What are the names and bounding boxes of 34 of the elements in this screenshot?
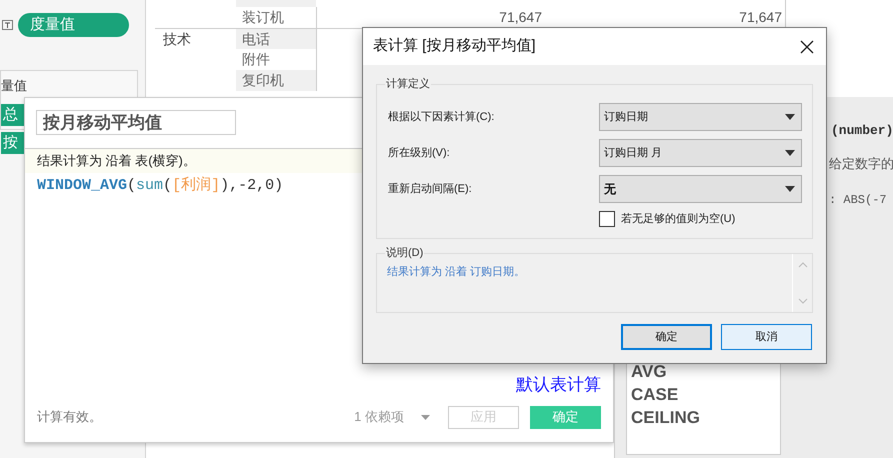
group-title: 说明(D) xyxy=(385,245,424,262)
card-title: 量值 xyxy=(1,77,28,95)
caret-icon xyxy=(421,414,430,420)
dropdown[interactable]: 订购日期 xyxy=(599,103,802,131)
default-table-calc-link[interactable]: 默认表计算 xyxy=(516,372,601,397)
dialog-button[interactable]: 确定 xyxy=(621,324,712,350)
checkbox-label: 若无足够的值则为空(U) xyxy=(621,212,736,227)
caret-icon xyxy=(785,186,795,192)
checkbox[interactable] xyxy=(599,211,615,228)
comment-text: 结果计算为 沿着 表(横穿)。 xyxy=(37,152,196,170)
field-label: 根据以下因素计算(C): xyxy=(387,110,496,125)
close-icon[interactable] xyxy=(800,40,814,54)
table-cell-text: 71,647 xyxy=(738,8,783,27)
text-type-icon xyxy=(2,20,13,30)
table-cell-text: 技术 xyxy=(162,30,192,49)
status-text: 计算有效。 xyxy=(37,408,102,426)
function-example: : ABS(-7 xyxy=(829,192,888,209)
function-description: 给定数字的 xyxy=(829,154,893,172)
function-list-item[interactable]: AVG xyxy=(631,360,780,383)
description-text: 结果计算为 沿着 订购日期。 xyxy=(387,264,526,280)
dropdown[interactable]: 无 xyxy=(599,175,802,203)
function-signature: (number) xyxy=(831,122,893,140)
caret-icon xyxy=(785,114,795,120)
dropdown[interactable]: 订购日期 月 xyxy=(599,139,802,167)
function-list-item[interactable]: CASE xyxy=(631,383,780,406)
table-cell: 电话 xyxy=(236,29,316,49)
field-label: 所在级别(V): xyxy=(387,146,451,161)
formula-text[interactable]: WINDOW_AVG(sum([利润]),-2,0) xyxy=(37,176,284,194)
caret-icon xyxy=(785,150,795,156)
function-list-item[interactable]: CEILING xyxy=(631,406,780,429)
dialog-button[interactable]: 取消 xyxy=(721,324,812,350)
field-label: 重新启动间隔(E): xyxy=(387,182,473,197)
table-cell: 复印机 xyxy=(236,70,316,91)
dialog-title: 表计算 [按月移动平均值] xyxy=(373,36,536,56)
